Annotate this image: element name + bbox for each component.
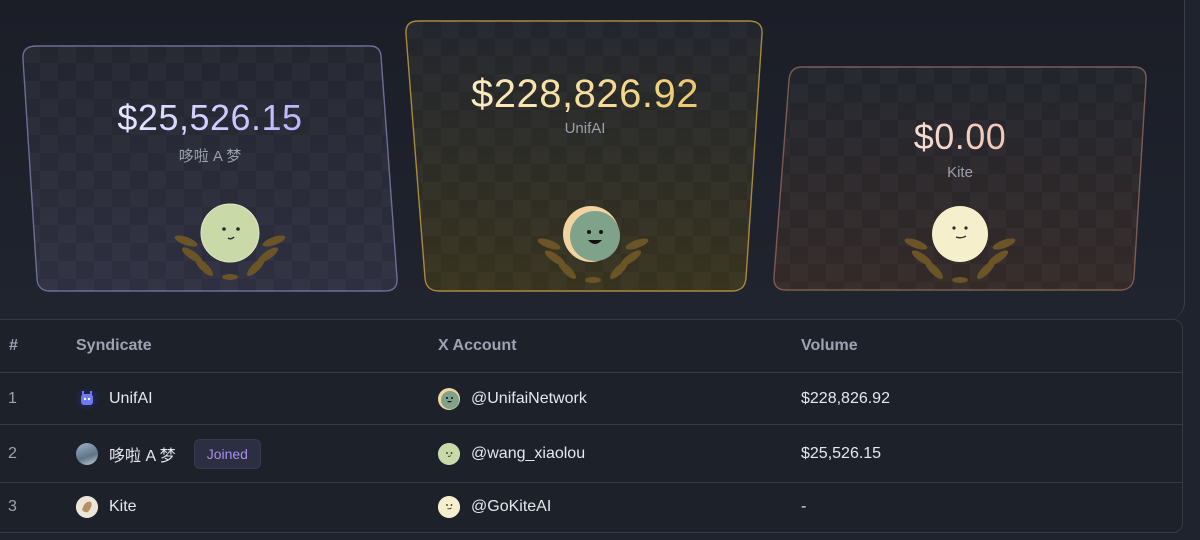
card-name: Kite: [947, 164, 973, 181]
podium-area: $25,526.15 哆啦 A 梦 $228,826.92 UnifAI $0.…: [0, 0, 1185, 320]
podium-card-first[interactable]: $228,826.92 UnifAI: [405, 20, 765, 293]
syndicate-name: UnifAI: [109, 389, 153, 407]
table-row[interactable]: 2 哆啦 A 梦 Joined @wang_xiaolou $25,526.15: [0, 425, 1182, 483]
syndicate-cell[interactable]: UnifAI: [76, 373, 153, 424]
card-name: 哆啦 A 梦: [178, 148, 242, 165]
header-volume[interactable]: Volume: [801, 337, 858, 355]
leaderboard-table: # Syndicate X Account Volume 1 UnifAI @U…: [0, 319, 1183, 533]
header-rank[interactable]: #: [9, 337, 18, 355]
x-account-handle: @GoKiteAI: [471, 498, 552, 515]
syndicate-name: Kite: [109, 498, 137, 515]
card-amount: $0.00: [772, 116, 1148, 158]
row-rank: 2: [8, 444, 17, 462]
syndicate-cell[interactable]: Kite: [76, 483, 137, 531]
laurel-avatar-icon: [537, 206, 649, 283]
volume-cell: $228,826.92: [801, 389, 890, 407]
card-name: UnifAI: [564, 120, 606, 137]
x-account-handle: @wang_xiaolou: [471, 444, 586, 462]
row-rank: 1: [8, 389, 17, 407]
photo-avatar-icon: [76, 442, 98, 465]
x-avatar-icon: [438, 442, 460, 465]
syndicate-cell[interactable]: 哆啦 A 梦 Joined: [76, 425, 261, 482]
volume-cell: -: [801, 498, 807, 515]
table-row[interactable]: 1 UnifAI @UnifaiNetwork $228,826.92: [0, 373, 1182, 425]
row-rank: 3: [8, 498, 17, 515]
syndicate-name: 哆啦 A 梦: [109, 447, 176, 465]
x-account-cell[interactable]: @GoKiteAI: [438, 483, 551, 531]
table-header: # Syndicate X Account Volume: [0, 320, 1182, 373]
podium-card-third[interactable]: $0.00 Kite: [772, 66, 1148, 292]
kite-avatar-icon: [76, 496, 98, 518]
joined-badge: Joined: [193, 438, 261, 469]
card-amount: $25,526.15: [22, 97, 398, 139]
laurel-avatar-icon: [904, 206, 1016, 283]
x-avatar-icon: [438, 496, 460, 518]
x-account-cell[interactable]: @wang_xiaolou: [438, 425, 585, 482]
x-account-cell[interactable]: @UnifaiNetwork: [438, 373, 587, 424]
header-x-account[interactable]: X Account: [438, 337, 517, 355]
card-amount: $228,826.92: [405, 72, 765, 117]
laurel-avatar-icon: [174, 203, 286, 280]
unifai-logo-icon: [76, 387, 98, 410]
volume-cell: $25,526.15: [801, 444, 882, 462]
header-syndicate[interactable]: Syndicate: [76, 337, 152, 355]
podium-card-second[interactable]: $25,526.15 哆啦 A 梦: [22, 45, 398, 293]
x-avatar-icon: [438, 387, 460, 410]
x-account-handle: @UnifaiNetwork: [471, 389, 587, 407]
table-row[interactable]: 3 Kite @GoKiteAI -: [0, 483, 1182, 531]
